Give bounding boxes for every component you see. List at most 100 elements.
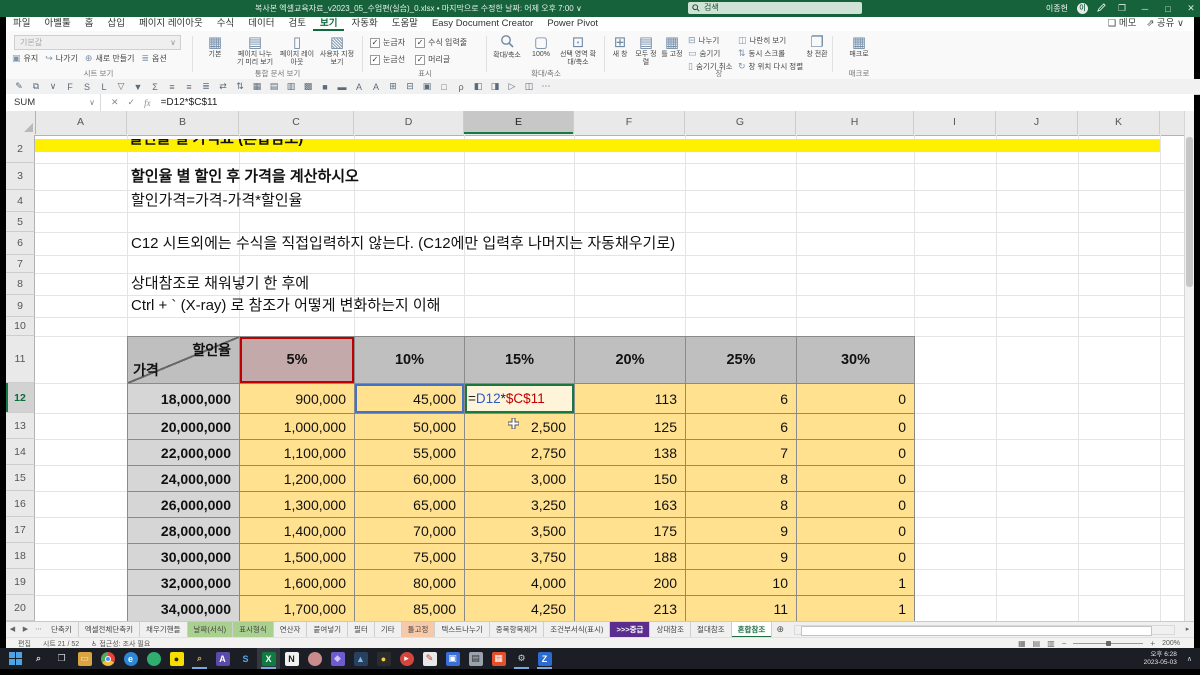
menu-tab-자동화[interactable]: 자동화 [344,17,384,31]
teal-app-icon[interactable] [142,648,165,669]
minimize-button[interactable]: ─ [1138,4,1152,14]
qat-icon[interactable]: ▼ [133,82,143,92]
qat-icon[interactable]: □ [439,82,449,92]
pink-app-icon[interactable] [303,648,326,669]
zoom-to-selection-button[interactable]: ⊡선택 영역 확대/축소 [558,34,598,67]
purple-cube-icon[interactable]: ◆ [326,648,349,669]
qat-icon[interactable]: ▷ [507,81,517,92]
row-header-2[interactable]: 2 [6,135,35,163]
cell-C18[interactable]: 1,500,000 [240,544,355,570]
cell-B14[interactable]: 22,000,000 [128,440,240,466]
row-header-3[interactable]: 3 [6,163,35,190]
cell-D14[interactable]: 55,000 [355,440,465,466]
cell-B13[interactable]: 20,000,000 [128,414,240,440]
qat-icon[interactable]: ▣ [422,81,432,92]
zoom-level[interactable]: 200% [1162,640,1180,647]
freeze-panes-button[interactable]: ▦틀 고정 [660,34,684,59]
share-button[interactable]: ⇗ 공유 ∨ [1146,17,1184,31]
menu-tab-페이지 레이아웃[interactable]: 페이지 레이아웃 [132,17,210,31]
sheet-tab-틀고정[interactable]: 틀고정 [402,622,436,638]
qat-icon[interactable]: ▥ [286,81,296,92]
table-corner-cell-B11[interactable]: 할인율가격 [128,337,240,384]
cell-H16[interactable]: 0 [797,492,915,518]
qat-icon[interactable]: ⧉ [31,81,41,92]
column-header-D[interactable]: D [354,111,464,134]
ruler-checkbox[interactable]: ✓눈금자 [370,37,405,48]
cell-C16[interactable]: 1,300,000 [240,492,355,518]
new-window-button[interactable]: ⊞새 창 [608,34,632,59]
cell-G16[interactable]: 8 [686,492,797,518]
vertical-scrollbar[interactable] [1184,111,1194,621]
sheet-tab-단축키[interactable]: 단축키 [45,622,79,638]
qat-icon[interactable]: ▩ [303,81,313,92]
page-break-toggle-icon[interactable]: ▥ [1047,639,1055,648]
qat-icon[interactable]: ◫ [524,81,534,92]
cell-G15[interactable]: 8 [686,466,797,492]
page-layout-view-button[interactable]: ▯페이지 레이아웃 [277,34,317,67]
page-break-preview-button[interactable]: ▤페이지 나누기 미리 보기 [235,34,275,67]
cell-E18[interactable]: 3,750 [465,544,575,570]
options-button[interactable]: ≣옵션 [141,53,166,64]
printer-icon[interactable]: ▤ [464,648,487,669]
horizontal-scrollbar-thumb[interactable] [801,626,1151,636]
row-header-18[interactable]: 18 [6,543,35,569]
menu-tab-아벨툴[interactable]: 아벨툴 [37,17,77,31]
qat-icon[interactable]: ⊞ [388,81,398,92]
chrome-icon[interactable] [96,648,119,669]
cell-F17[interactable]: 175 [575,518,686,544]
macros-button[interactable]: ▦매크로 [839,34,879,59]
row-header-13[interactable]: 13 [6,413,35,439]
horizontal-scrollbar[interactable] [794,625,1175,635]
qat-icon[interactable]: ρ [456,82,466,92]
zoom-button[interactable]: 확대/축소 [490,34,524,60]
cell-C12[interactable]: 900,000 [240,384,355,414]
comments-button[interactable]: ❏ 메모 [1108,17,1137,31]
cell-F20[interactable]: 213 [575,596,686,621]
rate-header-10%[interactable]: 10% [355,337,465,384]
cell-B18[interactable]: 30,000,000 [128,544,240,570]
hide-button[interactable]: ▭숨기기 [688,48,733,59]
sheet-tab-연산자[interactable]: 연산자 [274,622,308,638]
sheet-nav-left-icon[interactable]: ◀ [6,622,19,638]
row-header-15[interactable]: 15 [6,465,35,491]
zoom-slider[interactable] [1073,643,1143,644]
sheet-tab-엑셀전체단축키[interactable]: 엑셀전체단축키 [79,622,140,638]
column-header-E[interactable]: E [464,111,574,134]
sheet-tab-상대참조[interactable]: 상대참조 [650,622,691,638]
sheet-tab-중복항목제거[interactable]: 중복항목제거 [490,622,544,638]
edge-icon[interactable]: e [119,648,142,669]
qat-icon[interactable]: ≣ [201,81,211,92]
notion-icon[interactable]: N [280,648,303,669]
switch-windows-button[interactable]: ❐창 전환 [804,34,830,59]
qat-icon[interactable]: ∨ [48,81,58,92]
cell-F18[interactable]: 188 [575,544,686,570]
row-header-19[interactable]: 19 [6,569,35,595]
qat-icon[interactable]: S [82,82,92,92]
row-header-8[interactable]: 8 [6,273,35,295]
cell-D16[interactable]: 65,000 [355,492,465,518]
cell-B12[interactable]: 18,000,000 [128,384,240,414]
cell-E15[interactable]: 3,000 [465,466,575,492]
cell-G20[interactable]: 11 [686,596,797,621]
qat-icon[interactable]: F [65,82,75,92]
cell-F12[interactable]: 113 [575,384,686,414]
sheet-tab-기타[interactable]: 기타 [375,622,402,638]
close-button[interactable]: ✕ [1184,3,1198,14]
cell-C15[interactable]: 1,200,000 [240,466,355,492]
accessibility-status[interactable]: ♿ 접근성: 조사 필요 [91,639,150,649]
view-side-by-side-button[interactable]: ◫나란히 보기 [738,35,803,46]
sheet-tab-붙여넣기[interactable]: 붙여넣기 [307,622,348,638]
qat-icon[interactable]: ▦ [252,81,262,92]
app-a-icon[interactable]: A [211,648,234,669]
menu-tab-데이터[interactable]: 데이터 [241,17,281,31]
cell-E13[interactable]: 2,500 [465,414,575,440]
menu-tab-홈[interactable]: 홈 [78,17,101,31]
qat-icon[interactable]: ≡ [167,82,177,92]
lightbulb-icon[interactable]: ● [372,648,395,669]
qat-icon[interactable]: ◨ [490,81,500,92]
cell-G19[interactable]: 10 [686,570,797,596]
normal-view-toggle-icon[interactable]: ▦ [1018,639,1026,648]
menu-tab-Easy Document Creator[interactable]: Easy Document Creator [425,17,540,31]
qat-icon[interactable]: ▽ [116,81,126,92]
formula-input[interactable]: =D12*$C$11 [161,97,218,108]
